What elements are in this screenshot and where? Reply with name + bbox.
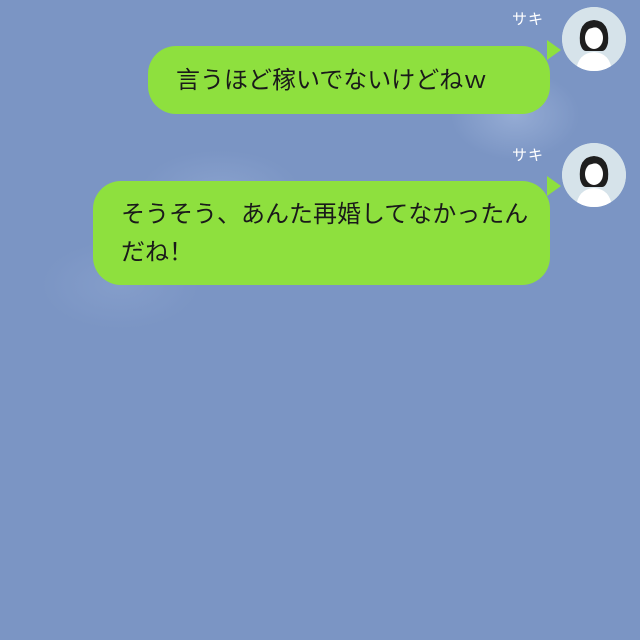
bubble-tail	[547, 40, 561, 60]
message-bubble[interactable]: そうそう、あんた再婚してなかったんだね！	[93, 181, 550, 285]
woman-portrait-icon	[562, 7, 626, 71]
sender-name: サキ	[512, 10, 545, 28]
message-text: 言うほど稼いでないけどねｗ	[176, 66, 488, 94]
chat-area: サキ 言うほど稼いでないけどねｗ サキ そうそう、あんた再婚してなかったんだね！	[0, 0, 640, 640]
message-bubble[interactable]: 言うほど稼いでないけどねｗ	[148, 46, 550, 114]
avatar[interactable]	[562, 143, 626, 207]
bubble-tail	[547, 176, 561, 196]
sender-name: サキ	[512, 146, 545, 164]
message-text: そうそう、あんた再婚してなかったんだね！	[121, 200, 529, 266]
avatar[interactable]	[562, 7, 626, 71]
woman-portrait-icon	[562, 143, 626, 207]
